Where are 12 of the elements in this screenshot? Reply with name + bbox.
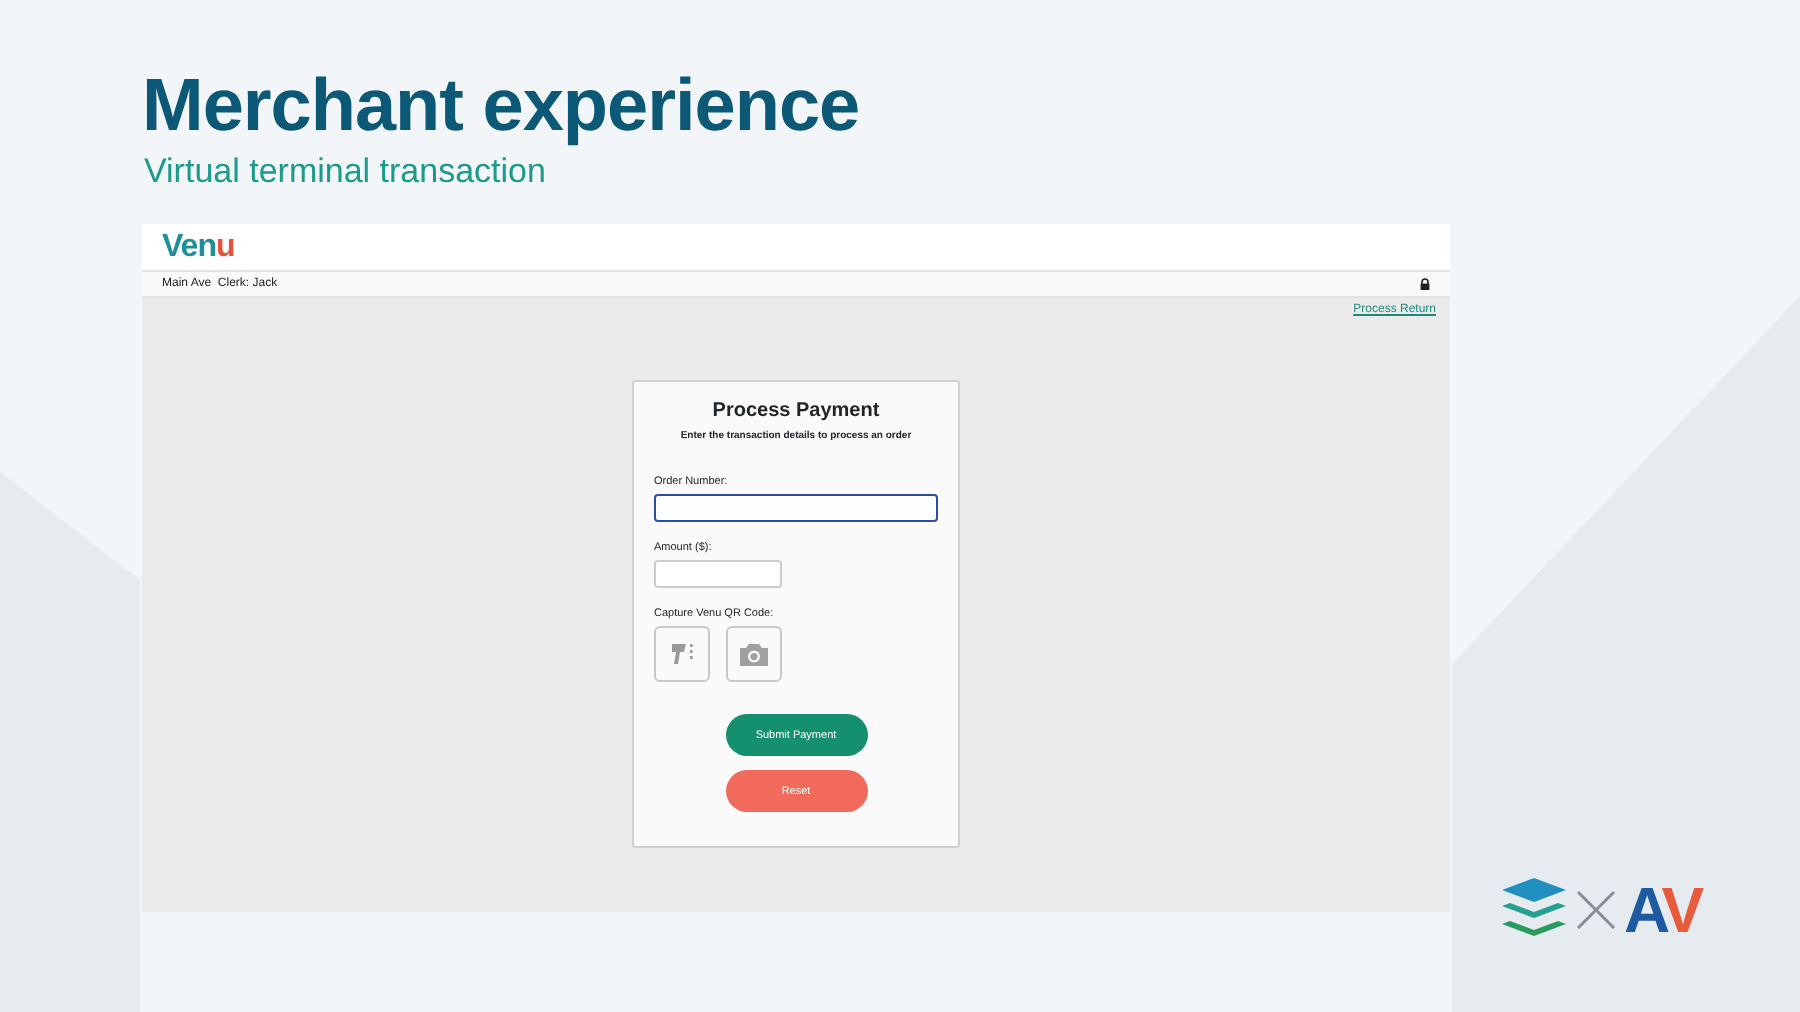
lock-icon[interactable] — [1420, 278, 1430, 291]
scanner-button[interactable] — [654, 626, 710, 683]
form-title: Process Payment — [710, 400, 882, 425]
venu-logo: Venu — [162, 227, 235, 268]
scanner-icon — [668, 640, 696, 669]
slide-title: Merchant experience — [142, 66, 862, 148]
slide-subtitle: Virtual terminal transaction — [144, 151, 548, 193]
input-field[interactable] — [654, 493, 938, 522]
camera-button[interactable] — [726, 626, 782, 683]
camera-icon — [738, 640, 770, 669]
cross-icon — [1576, 890, 1616, 931]
av-logo: AV — [1624, 878, 1701, 943]
